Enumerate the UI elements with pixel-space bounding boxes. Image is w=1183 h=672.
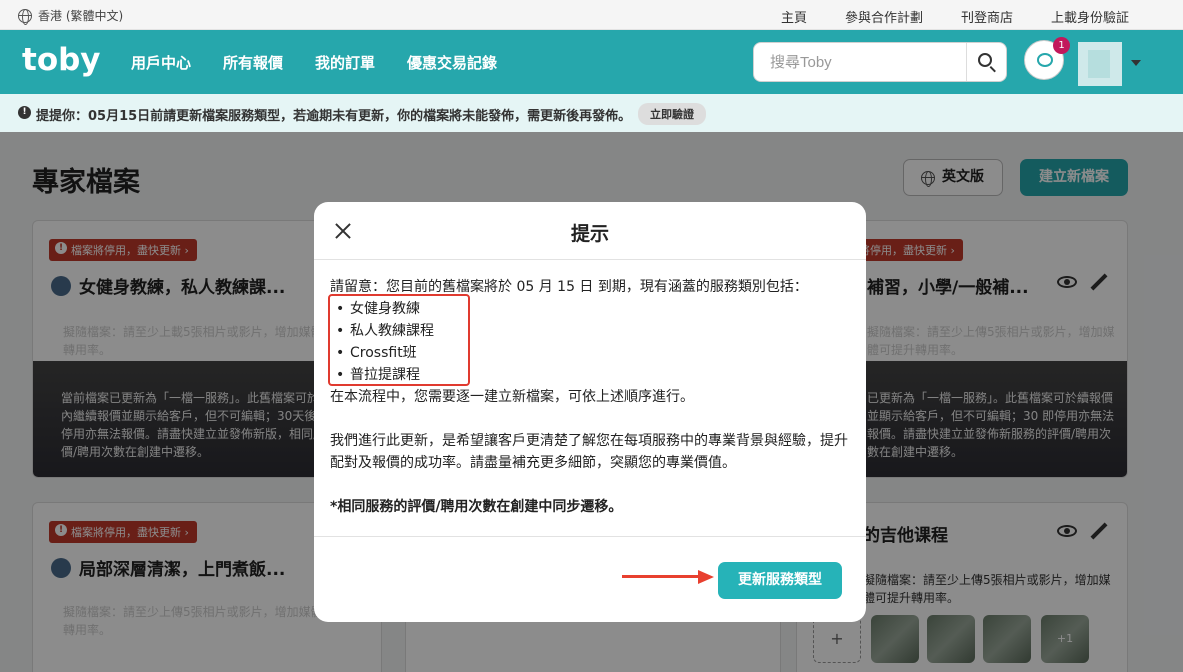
nav-all-quotes[interactable]: 所有報價 bbox=[223, 52, 283, 73]
modal-header: 提示 bbox=[314, 202, 866, 260]
update-service-type-button[interactable]: 更新服務類型 bbox=[718, 562, 842, 599]
language-label: 香港 (繁體中文) bbox=[38, 9, 124, 23]
toby-logo[interactable]: toby bbox=[22, 42, 101, 78]
link-shop[interactable]: 刊登商店 bbox=[961, 7, 1013, 26]
nav-my-orders[interactable]: 我的訂單 bbox=[315, 52, 375, 73]
info-icon: ! bbox=[18, 106, 31, 119]
modal-divider bbox=[314, 536, 866, 537]
search-box bbox=[753, 42, 1007, 82]
modal-title: 提示 bbox=[570, 223, 609, 245]
notice-modal: 提示 請留意：您目前的舊檔案將於 05 月 15 日 到期，現有涵蓋的服務類別包… bbox=[314, 202, 866, 622]
chevron-down-icon[interactable] bbox=[1131, 60, 1141, 66]
main-navbar: toby 用戶中心 所有報價 我的訂單 優惠交易記錄 1 bbox=[0, 30, 1183, 94]
language-selector[interactable]: 香港 (繁體中文) bbox=[18, 7, 124, 25]
globe-icon bbox=[18, 8, 32, 25]
nav-user-center[interactable]: 用戶中心 bbox=[131, 52, 191, 73]
chat-badge: 1 bbox=[1053, 37, 1070, 54]
chat-button[interactable]: 1 bbox=[1024, 37, 1070, 80]
list-item: 女健身教練 bbox=[334, 298, 850, 320]
modal-reason-text: 我們進行此更新，是希望讓客戶更清楚了解您在每項服務中的專業背景與經驗，提升配對及… bbox=[330, 433, 848, 471]
list-item: 普拉提課程 bbox=[334, 364, 850, 386]
modal-intro: 請留意：您目前的舊檔案將於 05 月 15 日 到期，現有涵蓋的服務類別包括： bbox=[330, 279, 808, 295]
arrow-icon bbox=[622, 570, 714, 584]
modal-step-text: 在本流程中，您需要逐一建立新檔案，可依上述順序進行。 bbox=[330, 389, 694, 405]
link-home[interactable]: 主頁 bbox=[781, 7, 807, 26]
avatar[interactable] bbox=[1078, 42, 1122, 86]
link-partner[interactable]: 參與合作計劃 bbox=[845, 7, 923, 26]
notice-bar: ! 提提你：05月15日前請更新檔案服務類型，若逾期未有更新，你的檔案將未能發佈… bbox=[0, 94, 1183, 132]
search-icon bbox=[978, 53, 992, 67]
list-item: 私人教練課程 bbox=[334, 320, 850, 342]
list-item: Crossfit班 bbox=[334, 342, 850, 364]
modal-body: 請留意：您目前的舊檔案將於 05 月 15 日 到期，現有涵蓋的服務類別包括： … bbox=[330, 276, 850, 518]
modal-note: *相同服務的評價/聘用次數在創建中同步遷移。 bbox=[330, 499, 623, 515]
service-list: 女健身教練 私人教練課程 Crossfit班 普拉提課程 bbox=[334, 298, 850, 386]
chat-icon bbox=[1037, 53, 1053, 67]
search-button[interactable] bbox=[966, 43, 1006, 81]
nav-links: 用戶中心 所有報價 我的訂單 優惠交易記錄 bbox=[131, 52, 529, 73]
link-verify[interactable]: 上載身份驗証 bbox=[1051, 7, 1129, 26]
verify-now-button[interactable]: 立即驗證 bbox=[638, 103, 706, 125]
utility-links: 主頁 參與合作計劃 刊登商店 上載身份驗証 bbox=[743, 7, 1129, 26]
search-input[interactable] bbox=[754, 43, 968, 81]
notice-text: 提提你：05月15日前請更新檔案服務類型，若逾期未有更新，你的檔案將未能發佈，需… bbox=[36, 109, 632, 124]
utility-bar: 香港 (繁體中文) 主頁 參與合作計劃 刊登商店 上載身份驗証 bbox=[0, 0, 1183, 30]
nav-deal-history[interactable]: 優惠交易記錄 bbox=[407, 52, 497, 73]
